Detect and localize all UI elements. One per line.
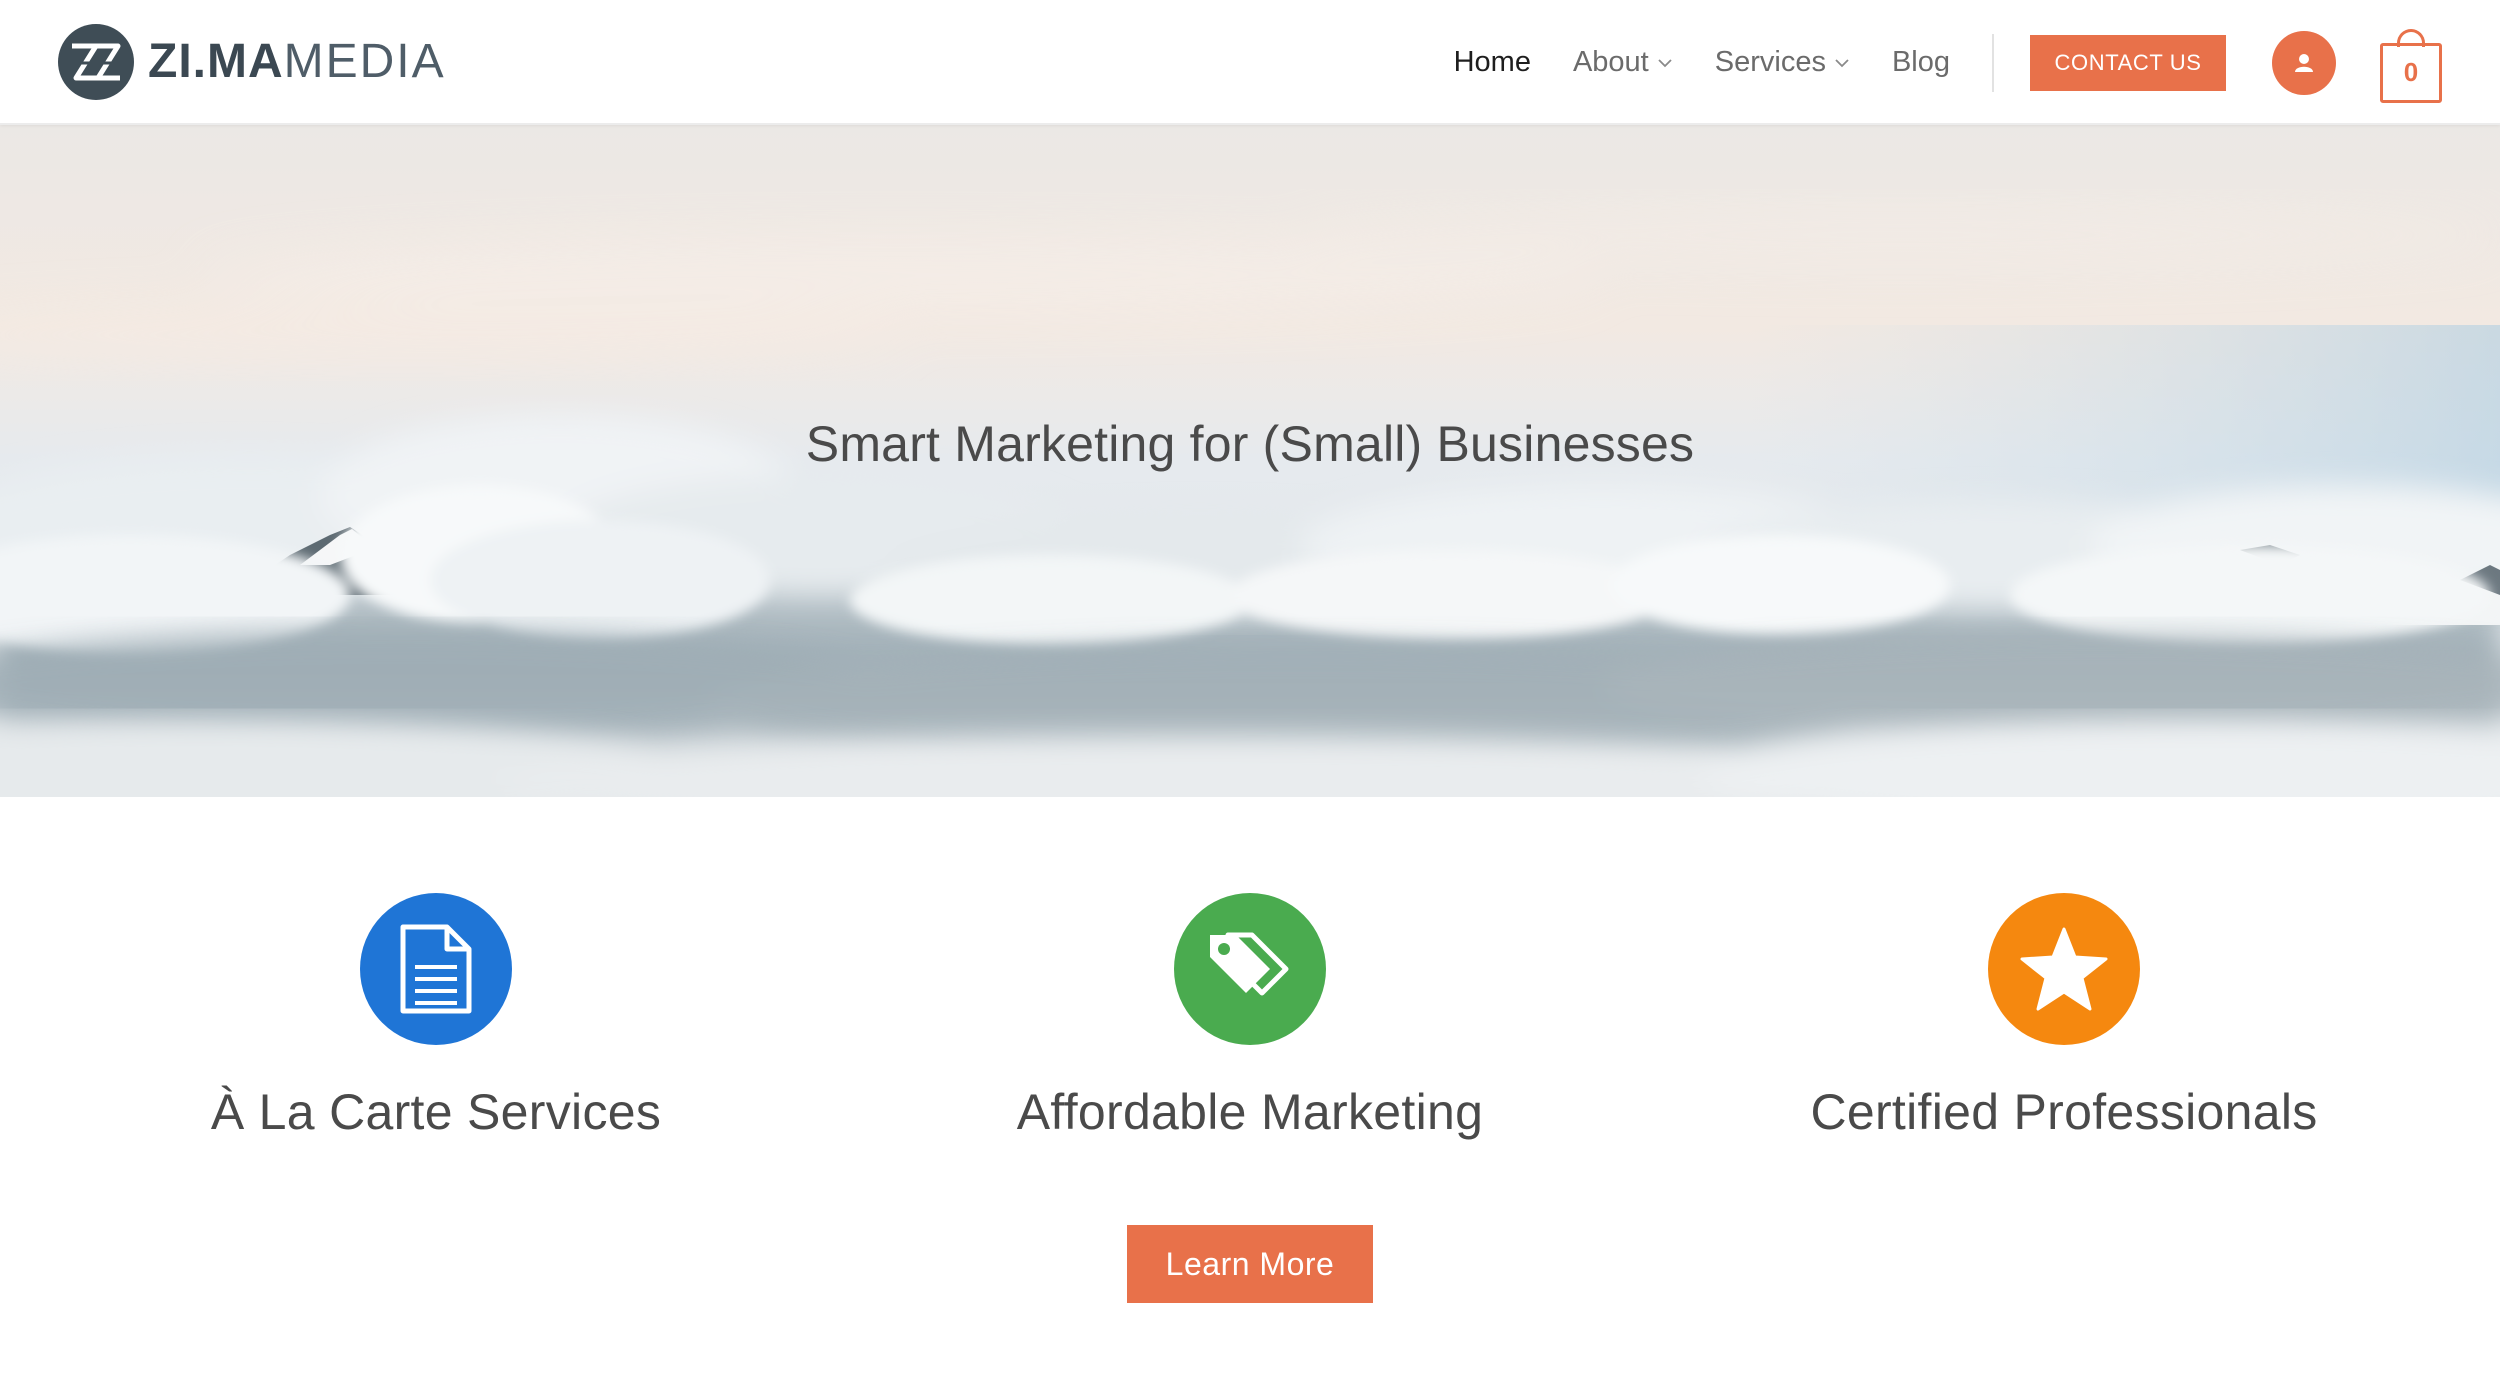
nav-home[interactable]: Home (1454, 46, 1531, 79)
star-icon (2020, 927, 2108, 1011)
hero-title: Smart Marketing for (Small) Businesses (805, 416, 1695, 472)
logo-wordmark: ZI.MA MEDIA (148, 38, 446, 86)
features-section: À La Carte Services Affordable Marketing… (0, 797, 2500, 1394)
tags-icon (1210, 932, 1289, 996)
user-icon (2295, 53, 2313, 72)
chevron-down-icon (1658, 58, 1672, 67)
feature-icon-circle (360, 893, 512, 1045)
site-header: ZI.MA MEDIA Home About Services Blog CON… (0, 0, 2500, 125)
contact-us-button[interactable]: CONTACT US (2030, 34, 2226, 91)
logo-text-thin: MEDIA (283, 35, 446, 88)
site-logo[interactable]: ZI.MA MEDIA (56, 22, 446, 102)
account-button[interactable] (2272, 30, 2336, 95)
feature-title: Affordable Marketing (1016, 1084, 1484, 1140)
nav-services-label: Services (1714, 46, 1826, 78)
main-nav: Home About Services Blog CONTACT US 0 (1454, 0, 2500, 125)
hero-banner: Smart Marketing for (Small) Businesses (0, 125, 2500, 797)
nav-divider (1992, 33, 1994, 92)
document-icon (400, 924, 472, 1014)
cart-button[interactable]: 0 (2380, 28, 2444, 103)
nav-about-label: About (1572, 46, 1649, 78)
nav-home-label: Home (1453, 46, 1531, 78)
learn-more-button[interactable]: Learn More (1127, 1225, 1373, 1303)
feature-icon-circle (1174, 893, 1326, 1045)
feature-title: À La Carte Services (210, 1084, 662, 1140)
nav-services[interactable]: Services (1715, 46, 1850, 79)
nav-blog-label: Blog (1891, 46, 1950, 78)
chevron-down-icon (1835, 58, 1849, 67)
feature-title: Certified Professionals (1810, 1084, 2318, 1140)
feature-certified-professionals: Certified Professionals (1714, 893, 2414, 1141)
feature-a-la-carte: À La Carte Services (86, 893, 786, 1141)
nav-about[interactable]: About (1573, 46, 1673, 79)
logo-text-bold: ZI.MA (148, 35, 284, 88)
cart-count: 0 (2380, 42, 2442, 103)
nav-blog[interactable]: Blog (1892, 46, 1950, 79)
feature-affordable-marketing: Affordable Marketing (900, 893, 1600, 1141)
zima-logo-icon (58, 24, 134, 100)
feature-icon-circle (1988, 893, 2140, 1045)
